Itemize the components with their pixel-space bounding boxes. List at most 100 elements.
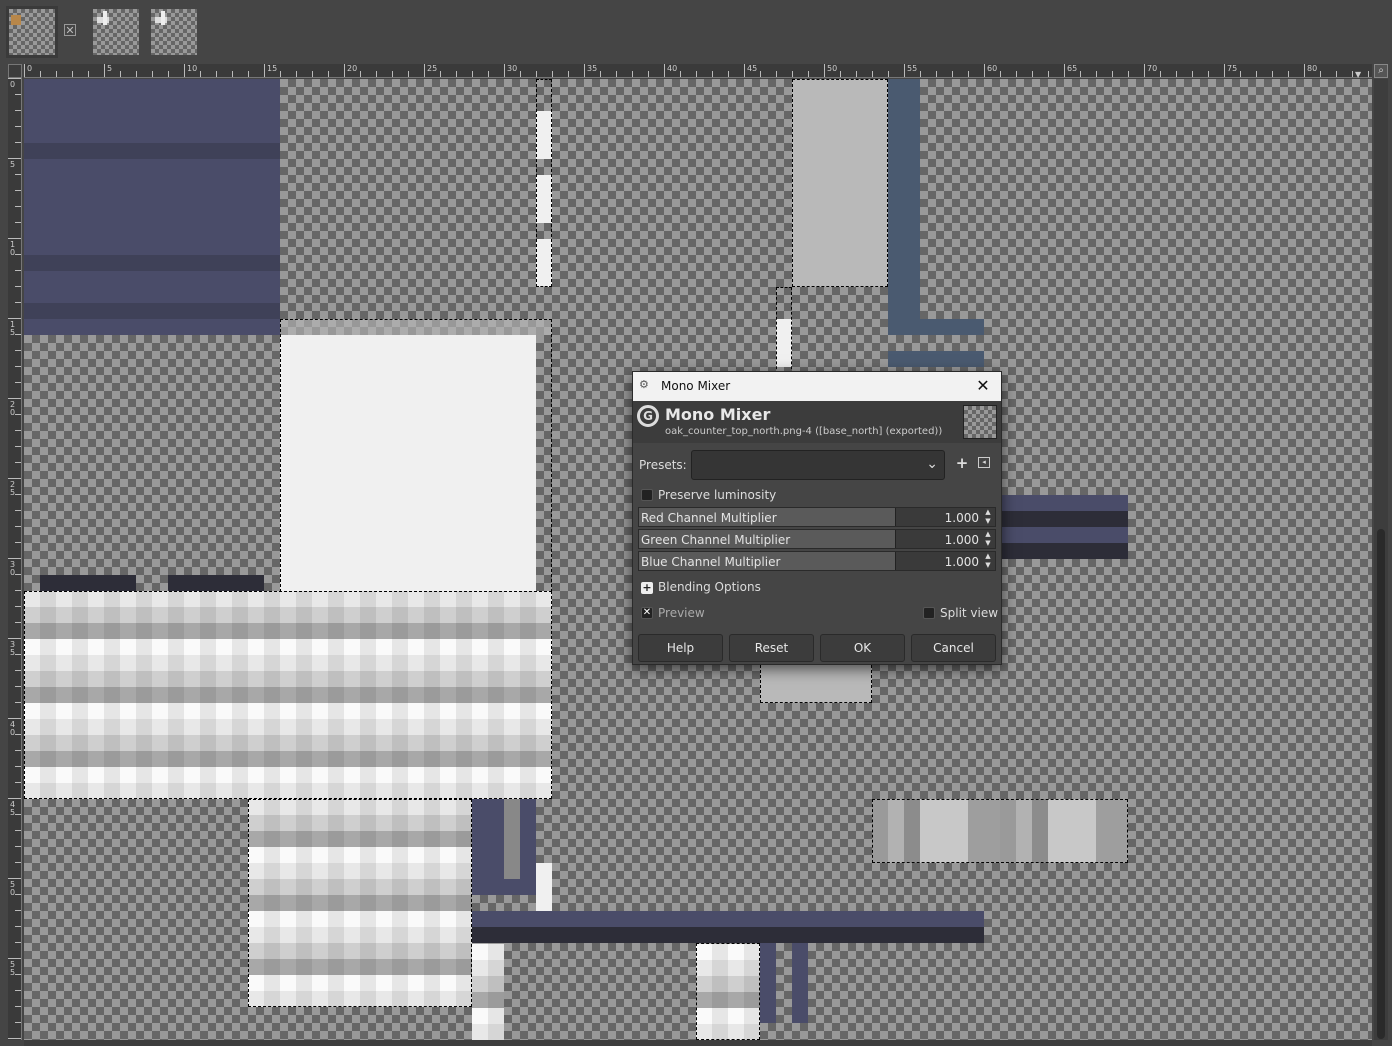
vertical-scrollbar[interactable] (1374, 79, 1388, 1040)
ruler-tick (136, 71, 137, 77)
ruler-label: 15 (267, 64, 278, 73)
ruler-tick (15, 382, 21, 383)
texture-region-bricks (24, 591, 552, 799)
ruler-tick (168, 71, 169, 77)
cancel-button[interactable]: Cancel (911, 634, 996, 662)
texture-strip (536, 863, 552, 911)
spin-arrows-icon[interactable]: ▲ ▼ (983, 508, 993, 526)
ruler-tick (1208, 71, 1209, 77)
ruler-tick (15, 894, 21, 895)
ruler-tick (15, 670, 21, 671)
ruler-label: 60 (987, 64, 998, 73)
ruler-tick (15, 174, 21, 175)
scrollbar-thumb[interactable] (1377, 529, 1385, 1039)
ruler-tick (15, 814, 21, 815)
help-button[interactable]: Help (638, 634, 723, 662)
ruler-tick (1256, 71, 1257, 77)
ruler-tick (8, 1038, 21, 1039)
mixer-icon: ⚙ (639, 378, 649, 391)
preserve-luminosity-checkbox[interactable] (641, 489, 653, 501)
ruler-tick (808, 71, 809, 77)
ruler-tick (8, 398, 21, 399)
texture-bar (40, 575, 136, 591)
vertical-ruler[interactable]: 0 5 1 0 1 5 2 0 2 5 3 0 3 5 4 0 4 5 5 0 5 5 (8, 78, 22, 1040)
ruler-tick (15, 830, 21, 831)
green-channel-slider[interactable]: Green Channel Multiplier 1.000 ▲ ▼ (638, 529, 996, 549)
ruler-tick (88, 71, 89, 77)
ruler-tick (1176, 71, 1177, 77)
ruler-label: 5 5 (10, 960, 16, 977)
blue-channel-slider[interactable]: Blue Channel Multiplier 1.000 ▲ ▼ (638, 551, 996, 571)
ruler-tick (456, 71, 457, 77)
ruler-tick (8, 158, 21, 159)
red-channel-slider[interactable]: Red Channel Multiplier 1.000 ▲ ▼ (638, 507, 996, 527)
ruler-tick (15, 622, 21, 623)
preset-menu-icon[interactable]: ◂ (978, 457, 990, 468)
texture-region-slate (888, 319, 984, 335)
presets-dropdown[interactable]: ⌄ (691, 450, 945, 480)
preserve-luminosity-label: Preserve luminosity (658, 488, 777, 502)
ruler-tick (1160, 71, 1161, 77)
blending-options-expander[interactable]: Blending Options (658, 580, 761, 594)
dialog-titlebar[interactable]: ⚙ Mono Mixer ✕ (633, 372, 1001, 401)
ruler-corner-button[interactable] (8, 64, 22, 78)
ruler-tick (904, 64, 905, 77)
ruler-tick (536, 71, 537, 77)
reset-button[interactable]: Reset (729, 634, 814, 662)
image-tab-3[interactable] (148, 6, 200, 58)
ruler-tick (15, 430, 21, 431)
spin-arrows-icon[interactable]: ▲ ▼ (983, 530, 993, 548)
image-thumbnail (93, 9, 139, 55)
spin-arrows-icon[interactable]: ▲ ▼ (983, 552, 993, 570)
ruler-tick (1304, 64, 1305, 77)
close-icon[interactable]: ✕ (64, 24, 76, 37)
ok-button[interactable]: OK (820, 634, 905, 662)
navigate-icon[interactable]: ▼ (1355, 70, 1367, 79)
red-channel-label: Red Channel Multiplier (641, 511, 777, 525)
ruler-tick (360, 71, 361, 77)
image-tab-bar: ✕ (0, 0, 1392, 62)
ruler-tick (840, 71, 841, 77)
plus-icon[interactable]: + (955, 456, 969, 471)
horizontal-scrollbar[interactable] (24, 1040, 1372, 1046)
ruler-tick (8, 478, 21, 479)
ruler-label: 75 (1227, 64, 1238, 73)
ruler-tick (15, 942, 21, 943)
expander-plus-icon[interactable]: + (641, 582, 653, 594)
ruler-tick (15, 302, 21, 303)
ruler-label: 5 (107, 64, 113, 73)
ruler-tick (344, 64, 345, 77)
horizontal-ruler[interactable]: 0 5 10 15 20 25 30 35 40 45 50 55 60 65 70 75 80 (24, 64, 1372, 78)
ruler-label: 65 (1067, 64, 1078, 73)
ruler-label: 30 (507, 64, 518, 73)
ruler-tick (120, 71, 121, 77)
ruler-label: 25 (427, 64, 438, 73)
red-channel-value[interactable]: 1.000 (945, 511, 979, 525)
ruler-tick (15, 126, 21, 127)
image-tab-1[interactable] (6, 6, 58, 58)
ruler-tick (1112, 71, 1113, 77)
ruler-tick (15, 542, 21, 543)
texture-edge (280, 319, 552, 335)
ruler-tick (1224, 64, 1225, 77)
ruler-tick (15, 1006, 21, 1007)
texture-region-slate (888, 79, 920, 335)
texture-bar-dark (1000, 511, 1128, 527)
close-icon[interactable]: ✕ (973, 376, 993, 396)
ruler-tick (8, 78, 21, 79)
texture-strip (536, 111, 552, 159)
zoom-icon[interactable]: ⌕ (1374, 64, 1388, 78)
ruler-tick (792, 71, 793, 77)
green-channel-value[interactable]: 1.000 (945, 533, 979, 547)
split-view-checkbox[interactable] (923, 607, 935, 619)
dialog-subheading: oak_counter_top_north.png-4 ([base_north… (665, 426, 943, 437)
texture-region-planks (872, 799, 1128, 863)
ruler-tick (392, 71, 393, 77)
ruler-label: 3 0 (10, 560, 16, 577)
texture-post (792, 943, 808, 1023)
preview-checkbox[interactable]: ✕ (641, 607, 653, 619)
blue-channel-value[interactable]: 1.000 (945, 555, 979, 569)
image-tab-2[interactable] (90, 6, 142, 58)
ruler-tick (328, 71, 329, 77)
ruler-tick (15, 782, 21, 783)
